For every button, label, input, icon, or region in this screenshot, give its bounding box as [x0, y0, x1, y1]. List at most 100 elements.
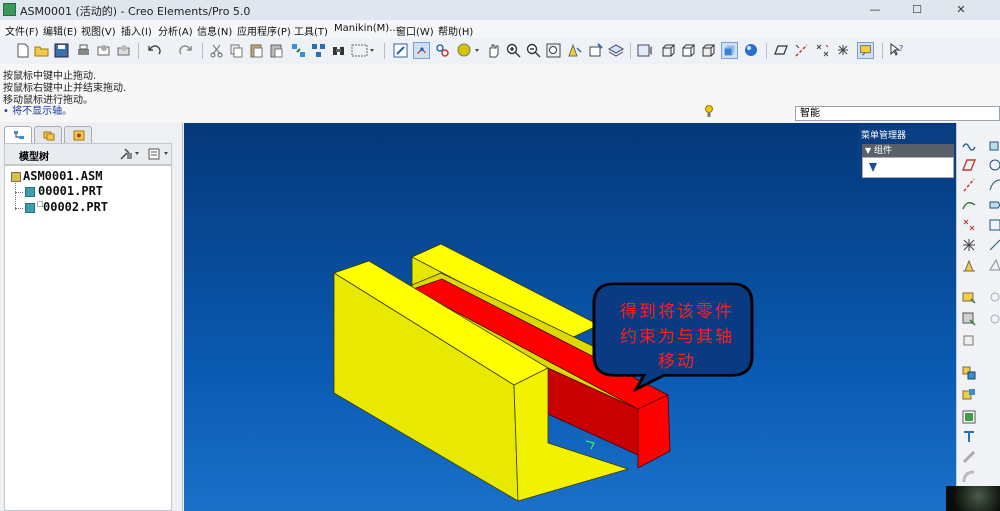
menu-view[interactable]: 视图(V) [81, 23, 116, 38]
paste-special-icon[interactable] [268, 42, 285, 59]
menu-edit[interactable]: 编辑(E) [43, 23, 77, 38]
menu-file[interactable]: 文件(F) [5, 23, 39, 38]
shell-tool-icon[interactable] [987, 217, 1000, 233]
lightbulb-icon[interactable] [705, 104, 713, 118]
zoom-in-icon[interactable] [505, 42, 522, 59]
tree-settings-icon[interactable] [119, 147, 141, 161]
cursor-marker-icon [585, 440, 595, 450]
corner-thumbnail [946, 486, 1000, 511]
regenerate-icon[interactable] [290, 42, 307, 59]
menu-manager-list[interactable] [862, 157, 954, 178]
simplified-rep-icon[interactable] [961, 409, 977, 425]
pattern-tool-icon[interactable] [987, 311, 1000, 327]
cable-tool-icon[interactable] [961, 429, 977, 445]
draft-tool-icon[interactable] [987, 257, 1000, 273]
create-component-icon[interactable] [961, 311, 977, 327]
minimize-button[interactable]: — [862, 2, 888, 17]
no-hidden-icon[interactable] [700, 42, 717, 59]
explode-view-icon[interactable] [961, 365, 977, 381]
hidden-line-icon[interactable] [680, 42, 697, 59]
datum-point-tool-icon[interactable] [961, 217, 977, 233]
analysis-tool-icon[interactable] [961, 257, 977, 273]
round-tool-icon[interactable] [961, 469, 977, 485]
menu-manager-heading[interactable]: ▼ 组件 [862, 144, 954, 157]
view-manager-icon[interactable] [636, 42, 653, 59]
save-icon[interactable] [53, 42, 70, 59]
enhanced-realism-icon[interactable] [743, 42, 760, 59]
tab-favorites[interactable] [64, 126, 92, 143]
send-mail-icon[interactable] [95, 42, 112, 59]
zoom-out-icon[interactable] [525, 42, 542, 59]
tree-node-part[interactable]: 00001.PRT [38, 184, 103, 198]
sweep-tool-icon[interactable] [987, 177, 1000, 193]
app-icon [3, 3, 16, 16]
print-icon[interactable] [75, 42, 92, 59]
coordinate-system-display-icon[interactable] [835, 42, 852, 59]
close-button[interactable]: ✕ [948, 2, 974, 17]
datum-axis-tool-icon[interactable] [961, 177, 977, 193]
maximize-button[interactable]: ☐ [904, 2, 930, 17]
model-tree-header: 模型树 [4, 143, 172, 165]
tree-node-part[interactable]: 00002.PRT [43, 200, 108, 214]
pan-hand-icon[interactable] [485, 42, 502, 59]
tab-folder-browser[interactable] [34, 126, 62, 143]
mechanism-icon[interactable] [961, 387, 977, 403]
annotation-display-icon[interactable] [857, 42, 874, 59]
menu-analysis[interactable]: 分析(A) [158, 23, 193, 38]
new-file-icon[interactable] [14, 42, 31, 59]
undo-icon[interactable] [146, 42, 163, 59]
appearance-icon[interactable] [456, 42, 482, 59]
cut-icon[interactable] [208, 42, 225, 59]
coordinate-system-tool-icon[interactable] [961, 237, 977, 253]
saved-views-icon[interactable] [587, 42, 604, 59]
menu-manager-heading-label: 组件 [874, 146, 893, 156]
redo-icon[interactable] [177, 42, 194, 59]
shading-icon[interactable] [721, 42, 738, 59]
datum-point-display-icon[interactable] [814, 42, 831, 59]
graphics-viewport[interactable] [184, 123, 956, 511]
refit-icon[interactable] [545, 42, 562, 59]
weld-tool-icon[interactable] [961, 449, 977, 465]
model-tree-icon [14, 131, 24, 139]
tab-model-tree[interactable] [4, 126, 32, 143]
datum-curve-tool-icon[interactable] [961, 197, 977, 213]
datum-plane-display-icon[interactable] [772, 42, 789, 59]
revolve-tool-icon[interactable] [987, 157, 1000, 173]
wireframe-icon[interactable] [660, 42, 677, 59]
selection-filter-select[interactable]: 智能 [795, 106, 1000, 121]
menu-tools[interactable]: 工具(T) [294, 23, 328, 38]
layers-icon[interactable] [607, 42, 624, 59]
orient-mode-icon[interactable] [434, 42, 451, 59]
assembly-model[interactable] [184, 123, 956, 511]
regen-manager-icon[interactable] [310, 42, 327, 59]
datum-plane-tool-icon[interactable] [961, 157, 977, 173]
blend-tool-icon[interactable] [987, 197, 1000, 213]
paste-icon[interactable] [248, 42, 265, 59]
menu-manikin[interactable]: Manikin(M)... [334, 23, 399, 34]
extrude-tool-icon[interactable] [987, 137, 1000, 153]
reorient-icon[interactable] [566, 42, 583, 59]
find-icon[interactable] [330, 42, 347, 59]
tree-node-assembly[interactable]: ASM0001.ASM [23, 169, 102, 183]
menu-insert[interactable]: 插入(I) [121, 23, 152, 38]
copy-icon[interactable] [228, 42, 245, 59]
menu-help[interactable]: 帮助(H) [438, 23, 473, 38]
spin-center-icon[interactable] [413, 42, 430, 59]
selection-box-icon[interactable] [350, 42, 375, 59]
open-folder-icon[interactable] [33, 42, 50, 59]
context-help-icon[interactable]: ? [888, 42, 905, 59]
menu-manager-title: 菜单管理器 [861, 131, 907, 141]
tree-show-icon[interactable] [147, 147, 171, 161]
hole-tool-icon[interactable] [987, 289, 1000, 305]
component-interface-icon[interactable] [961, 333, 977, 349]
sketch-tool-icon[interactable] [961, 137, 977, 153]
assemble-component-icon[interactable] [961, 289, 977, 305]
menu-applications[interactable]: 应用程序(P) [237, 23, 291, 38]
send-link-icon[interactable] [115, 42, 132, 59]
datum-axis-display-icon[interactable] [793, 42, 810, 59]
main-toolbar: ? [0, 38, 1000, 65]
repaint-icon[interactable] [392, 42, 409, 59]
rib-tool-icon[interactable] [987, 237, 1000, 253]
menu-window[interactable]: 窗口(W) [396, 23, 434, 38]
menu-info[interactable]: 信息(N) [197, 23, 232, 38]
